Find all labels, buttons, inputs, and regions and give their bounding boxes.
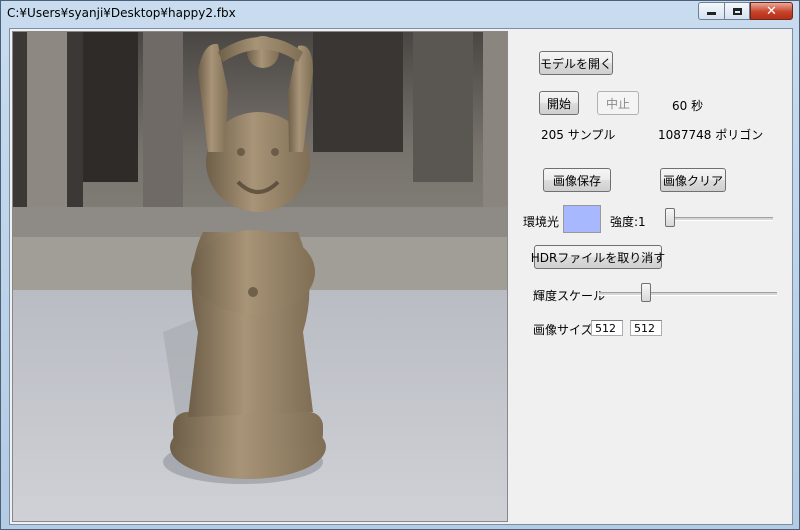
maximize-icon [732, 7, 742, 15]
close-button[interactable]: ✕ [750, 2, 793, 20]
image-size-label: 画像サイズ [533, 323, 593, 337]
brightness-slider-track [599, 292, 777, 296]
app-window: C:¥Users¥syanji¥Desktop¥happy2.fbx ✕ モデル… [0, 0, 800, 530]
clear-image-button[interactable]: 画像クリア [660, 168, 726, 192]
open-model-button[interactable]: モデルを開く [539, 51, 613, 75]
intensity-slider-thumb[interactable] [665, 208, 675, 227]
rendered-image [13, 32, 507, 521]
polygons-label: 1087748 ポリゴン [658, 128, 764, 142]
window-title: C:¥Users¥syanji¥Desktop¥happy2.fbx [7, 6, 236, 20]
control-panel: モデルを開く 開始 中止 60 秒 205 サンプル 1087748 ポリゴン … [510, 29, 792, 524]
minimize-icon [707, 12, 716, 15]
caption-buttons: ✕ [698, 2, 793, 20]
intensity-label: 強度:1 [610, 215, 646, 229]
title-bar[interactable]: C:¥Users¥syanji¥Desktop¥happy2.fbx ✕ [1, 1, 799, 27]
render-viewport [12, 31, 508, 522]
intensity-slider-track [665, 217, 773, 221]
intensity-slider[interactable] [665, 208, 773, 228]
brightness-slider[interactable] [599, 283, 777, 303]
brightness-slider-thumb[interactable] [641, 283, 651, 302]
brightness-label: 輝度スケール [533, 289, 606, 303]
ambient-color-swatch[interactable] [563, 205, 601, 233]
samples-label: 205 サンプル [541, 128, 616, 142]
minimize-button[interactable] [698, 2, 724, 20]
start-button[interactable]: 開始 [539, 91, 579, 115]
ambient-label: 環境光 [523, 215, 560, 229]
client-area: モデルを開く 開始 中止 60 秒 205 サンプル 1087748 ポリゴン … [9, 28, 793, 525]
maximize-button[interactable] [724, 2, 750, 20]
stop-button[interactable]: 中止 [597, 91, 639, 115]
seconds-label: 60 秒 [672, 99, 704, 113]
close-icon: ✕ [766, 3, 777, 19]
image-width-field[interactable] [591, 320, 623, 336]
save-image-button[interactable]: 画像保存 [543, 168, 611, 192]
remove-hdr-button[interactable]: HDRファイルを取り消す [531, 245, 665, 269]
image-height-field[interactable] [630, 320, 662, 336]
